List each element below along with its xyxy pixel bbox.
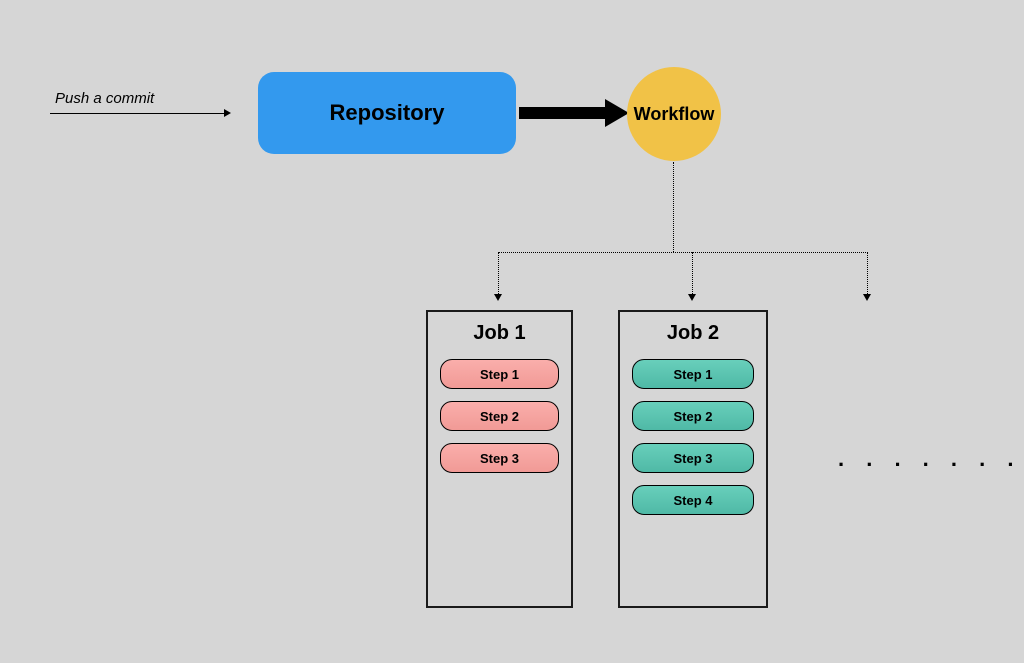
job-title: Job 1: [440, 322, 559, 345]
branch-arrowhead-2: [688, 294, 696, 301]
branch-arrowhead-3: [863, 294, 871, 301]
step-label: Step 4: [673, 493, 712, 508]
job-title: Job 2: [632, 322, 754, 345]
job2-step: Step 1: [632, 359, 754, 389]
repository-node: Repository: [258, 72, 516, 154]
job2-step: Step 3: [632, 443, 754, 473]
ellipsis-more-jobs: . . . . . . .: [838, 446, 1021, 472]
step-label: Step 3: [673, 451, 712, 466]
workflow-branch-connector-vertical: [673, 162, 674, 252]
job1-step: Step 3: [440, 443, 559, 473]
trigger-arrow-head: [224, 109, 231, 117]
job1-step: Step 2: [440, 401, 559, 431]
trigger-arrow-line: [50, 113, 227, 114]
job-box-1: Job 1 Step 1 Step 2 Step 3: [426, 310, 573, 608]
step-label: Step 2: [480, 409, 519, 424]
branch-to-more-connector: [867, 252, 868, 294]
workflow-node: Workflow: [627, 67, 721, 161]
workflow-branch-connector-horizontal: [498, 252, 868, 253]
job2-step: Step 2: [632, 401, 754, 431]
step-label: Step 1: [480, 367, 519, 382]
job-box-2: Job 2 Step 1 Step 2 Step 3 Step 4: [618, 310, 768, 608]
workflow-label: Workflow: [634, 104, 715, 125]
branch-arrowhead-1: [494, 294, 502, 301]
step-label: Step 2: [673, 409, 712, 424]
step-label: Step 1: [673, 367, 712, 382]
trigger-event-label: Push a commit: [55, 90, 154, 107]
diagram-canvas: Push a commit Repository Workflow Job 1 …: [0, 0, 1024, 663]
job2-step: Step 4: [632, 485, 754, 515]
repo-to-workflow-arrow-head: [605, 99, 629, 127]
branch-to-job1-connector: [498, 252, 499, 294]
branch-to-job2-connector: [692, 252, 693, 294]
step-label: Step 3: [480, 451, 519, 466]
repo-to-workflow-arrow-shaft: [519, 107, 607, 119]
repository-label: Repository: [330, 100, 445, 126]
job1-step: Step 1: [440, 359, 559, 389]
